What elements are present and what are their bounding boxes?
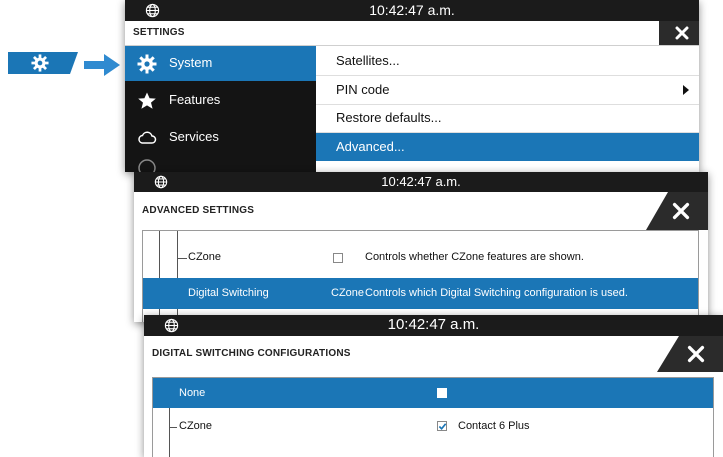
status-time: 10:42:47 a.m. xyxy=(381,174,461,189)
row-description: Controls whether CZone features are show… xyxy=(365,251,584,263)
settings-menu: Satellites... PIN code Restore defaults.… xyxy=(316,46,699,172)
row-name: CZone xyxy=(188,251,222,263)
menu-item-pin-code[interactable]: PIN code xyxy=(316,76,699,105)
close-button[interactable] xyxy=(646,192,708,230)
menu-item-label: PIN code xyxy=(336,82,390,97)
row-description: Controls which Digital Switching configu… xyxy=(365,287,628,299)
chevron-right-icon xyxy=(683,85,689,95)
close-icon xyxy=(687,345,705,363)
advanced-row-digital-switching[interactable]: Digital Switching CZone Controls which D… xyxy=(143,278,698,309)
title-bar: ADVANCED SETTINGS xyxy=(134,192,708,230)
gear-icon xyxy=(137,54,157,74)
status-bar: 10:42:47 a.m. xyxy=(144,315,723,336)
arrow-right-icon xyxy=(84,54,120,76)
page-title: DIGITAL SWITCHING CONFIGURATIONS xyxy=(152,348,351,359)
page-title: SETTINGS xyxy=(133,27,185,38)
partial-circle-icon xyxy=(138,159,156,172)
close-button[interactable] xyxy=(657,336,723,372)
czone-checkbox[interactable] xyxy=(437,421,447,431)
row-value: CZone xyxy=(331,287,365,299)
menu-item-label: Advanced... xyxy=(336,139,405,154)
menu-item-advanced[interactable]: Advanced... xyxy=(316,133,699,161)
page-title: ADVANCED SETTINGS xyxy=(142,205,255,216)
row-name: Digital Switching xyxy=(188,287,269,299)
sidebar-item-system[interactable]: System xyxy=(125,46,316,81)
sidebar-partial-icon xyxy=(137,158,157,172)
advanced-row-czone[interactable]: CZone Controls whether CZone features ar… xyxy=(183,247,698,269)
checkmark-icon xyxy=(438,423,447,430)
status-bar: 10:42:47 a.m. xyxy=(134,172,708,192)
title-bar: DIGITAL SWITCHING CONFIGURATIONS xyxy=(144,336,723,372)
config-row-none[interactable]: None xyxy=(153,378,713,408)
status-time: 10:42:47 a.m. xyxy=(387,316,480,333)
gear-icon xyxy=(31,54,49,72)
row-value: Contact 6 Plus xyxy=(458,420,530,432)
config-row-czone[interactable]: CZone Contact 6 Plus xyxy=(175,416,713,438)
menu-item-label: Restore defaults... xyxy=(336,110,442,125)
menu-item-restore-defaults[interactable]: Restore defaults... xyxy=(316,104,699,133)
digital-switching-panel: 10:42:47 a.m. DIGITAL SWITCHING CONFIGUR… xyxy=(144,315,723,457)
sidebar-item-label: Services xyxy=(169,129,219,144)
none-checkbox[interactable] xyxy=(437,388,447,398)
gear-callout xyxy=(8,52,78,74)
status-time: 10:42:47 a.m. xyxy=(369,2,455,18)
configurations-list: None CZone Contact 6 Plus xyxy=(152,377,714,457)
row-name: CZone xyxy=(179,420,213,432)
status-bar: 10:42:47 a.m. xyxy=(125,0,699,21)
sidebar-item-services[interactable]: Services xyxy=(125,120,316,155)
sidebar-item-label: Features xyxy=(169,92,221,107)
advanced-settings-panel: 10:42:47 a.m. ADVANCED SETTINGS CZone Co… xyxy=(134,172,708,322)
sidebar-item-label: System xyxy=(169,55,213,70)
title-bar: SETTINGS xyxy=(125,21,699,46)
close-icon xyxy=(672,202,690,220)
menu-item-satellites[interactable]: Satellites... xyxy=(316,47,699,76)
settings-sidebar: System Features Services xyxy=(125,46,316,172)
row-name: None xyxy=(179,387,206,399)
tree-line xyxy=(169,408,170,457)
cloud-icon xyxy=(138,131,157,144)
settings-panel: 10:42:47 a.m. SETTINGS System Features S… xyxy=(125,0,699,172)
close-button[interactable] xyxy=(659,21,699,45)
czone-checkbox[interactable] xyxy=(333,253,343,263)
sidebar-item-features[interactable]: Features xyxy=(125,83,316,118)
star-icon xyxy=(138,92,156,109)
menu-item-label: Satellites... xyxy=(336,53,400,68)
close-icon xyxy=(675,26,689,40)
advanced-list: CZone Controls whether CZone features ar… xyxy=(142,230,699,322)
